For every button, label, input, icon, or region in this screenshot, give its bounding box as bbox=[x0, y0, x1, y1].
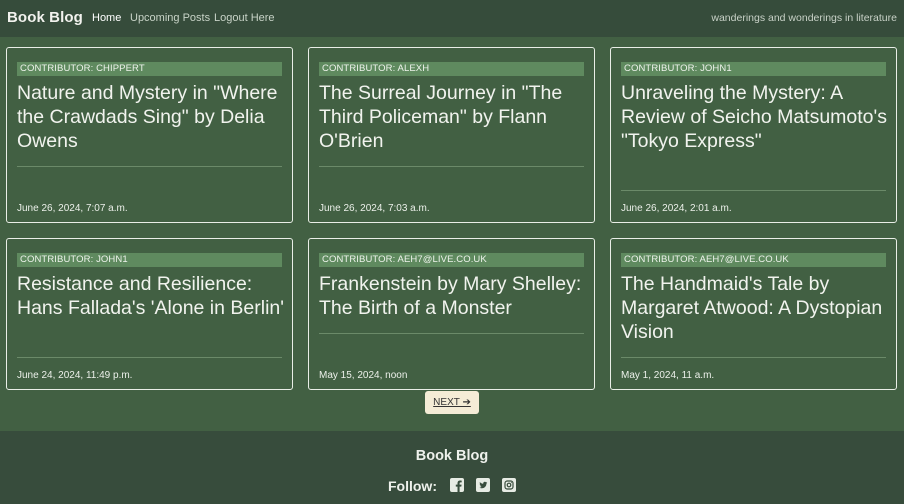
contributor-badge: CONTRIBUTOR: AEH7@LIVE.CO.UK bbox=[319, 253, 584, 267]
card-divider bbox=[17, 166, 282, 167]
nav-link-home[interactable]: Home bbox=[92, 12, 121, 24]
post-card[interactable]: CONTRIBUTOR: JOHN1 Unraveling the Myster… bbox=[610, 47, 897, 223]
post-date: May 15, 2024, noon bbox=[319, 370, 408, 381]
post-card[interactable]: CONTRIBUTOR: AEH7@LIVE.CO.UK Frankenstei… bbox=[308, 238, 595, 390]
post-title[interactable]: Nature and Mystery in "Where the Crawdad… bbox=[17, 81, 285, 153]
post-date: June 26, 2024, 7:03 a.m. bbox=[319, 203, 430, 214]
post-date: June 24, 2024, 11:49 p.m. bbox=[17, 370, 133, 381]
footer-brand: Book Blog bbox=[415, 448, 489, 464]
site-tagline: wanderings and wonderings in literature bbox=[711, 12, 897, 24]
contributor-badge: CONTRIBUTOR: JOHN1 bbox=[621, 62, 886, 76]
next-page-button[interactable]: NEXT ➔ bbox=[425, 391, 479, 414]
post-title[interactable]: Resistance and Resilience: Hans Fallada'… bbox=[17, 272, 285, 320]
post-card[interactable]: CONTRIBUTOR: ALEXH The Surreal Journey i… bbox=[308, 47, 595, 223]
post-card[interactable]: CONTRIBUTOR: CHIPPERT Nature and Mystery… bbox=[6, 47, 293, 223]
contributor-badge: CONTRIBUTOR: AEH7@LIVE.CO.UK bbox=[621, 253, 886, 267]
post-date: June 26, 2024, 7:07 a.m. bbox=[17, 203, 128, 214]
twitter-icon[interactable] bbox=[476, 478, 490, 492]
navbar: Book Blog Home Upcoming Posts Logout Her… bbox=[0, 0, 904, 37]
post-title[interactable]: The Surreal Journey in "The Third Police… bbox=[319, 81, 587, 153]
post-card[interactable]: CONTRIBUTOR: AEH7@LIVE.CO.UK The Handmai… bbox=[610, 238, 897, 390]
card-divider bbox=[319, 333, 584, 334]
footer: Book Blog Follow: bbox=[0, 431, 904, 504]
card-divider bbox=[621, 190, 886, 191]
post-title[interactable]: The Handmaid's Tale by Margaret Atwood: … bbox=[621, 272, 889, 344]
contributor-badge: CONTRIBUTOR: JOHN1 bbox=[17, 253, 282, 267]
post-card[interactable]: CONTRIBUTOR: JOHN1 Resistance and Resili… bbox=[6, 238, 293, 390]
contributor-badge: CONTRIBUTOR: ALEXH bbox=[319, 62, 584, 76]
card-divider bbox=[621, 357, 886, 358]
brand-logo[interactable]: Book Blog bbox=[7, 9, 83, 26]
contributor-badge: CONTRIBUTOR: CHIPPERT bbox=[17, 62, 282, 76]
nav-link-logout[interactable]: Logout Here bbox=[214, 12, 275, 24]
card-divider bbox=[319, 166, 584, 167]
instagram-icon[interactable] bbox=[502, 478, 516, 492]
post-title[interactable]: Unraveling the Mystery: A Review of Seic… bbox=[621, 81, 889, 153]
post-date: June 26, 2024, 2:01 a.m. bbox=[621, 203, 732, 214]
facebook-icon[interactable] bbox=[450, 478, 464, 492]
post-date: May 1, 2024, 11 a.m. bbox=[621, 370, 715, 381]
post-title[interactable]: Frankenstein by Mary Shelley: The Birth … bbox=[319, 272, 587, 320]
follow-label: Follow: bbox=[388, 478, 437, 494]
nav-link-upcoming-posts[interactable]: Upcoming Posts bbox=[130, 12, 210, 24]
card-divider bbox=[17, 357, 282, 358]
